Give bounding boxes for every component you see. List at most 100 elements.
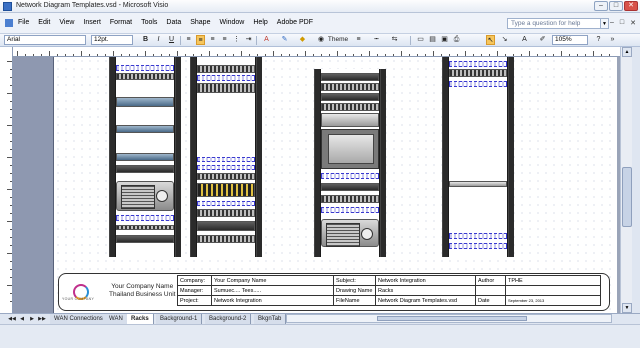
menu-view[interactable]: View (59, 19, 74, 26)
rack-device[interactable] (449, 243, 507, 249)
rack-device[interactable] (116, 225, 174, 230)
font-size-select[interactable]: 12pt. (91, 35, 133, 45)
justify-icon[interactable]: ≡ (220, 35, 229, 45)
tab-wan[interactable]: WAN (105, 314, 128, 324)
menu-format[interactable]: Format (110, 19, 132, 26)
font-name-select[interactable]: Arial (4, 35, 86, 45)
vertical-scrollbar[interactable]: ▲ ▼ (620, 47, 632, 313)
theme-button[interactable]: Theme (327, 35, 349, 45)
menu-adobe-pdf[interactable]: Adobe PDF (277, 19, 313, 26)
connector-tool-icon[interactable]: ↘ (500, 35, 509, 45)
rack-device[interactable] (116, 65, 174, 71)
rack-device[interactable] (116, 165, 174, 173)
tab-background-1[interactable]: Background-1 (156, 314, 203, 324)
bold-button[interactable]: B (141, 35, 150, 45)
zoom-select[interactable]: 105% (552, 35, 588, 45)
rack-server[interactable] (321, 219, 379, 247)
new-icon[interactable]: ▭ (416, 35, 425, 45)
rack-device[interactable] (116, 215, 174, 221)
close-button[interactable]: ✕ (624, 1, 638, 11)
doc-minimize-button[interactable]: – (610, 19, 614, 27)
rack-device[interactable] (449, 233, 507, 239)
rack-device[interactable] (197, 157, 255, 162)
rack-device[interactable] (197, 165, 255, 170)
pointer-tool-icon[interactable]: ↖ (486, 35, 495, 45)
drawing-tools-icon[interactable]: ✐ (538, 35, 547, 45)
menu-edit[interactable]: Edit (38, 19, 50, 26)
doc-restore-button[interactable]: □ (620, 19, 624, 27)
rack-device[interactable] (116, 125, 174, 133)
line-color-icon[interactable]: ✎ (280, 35, 289, 45)
rack-server[interactable] (116, 181, 174, 211)
rack-device[interactable] (449, 81, 507, 87)
align-left-icon[interactable]: ≡ (184, 35, 193, 45)
theme-icon[interactable]: ◉ (315, 35, 327, 45)
rack-shelf[interactable] (449, 181, 507, 187)
menu-file[interactable]: File (18, 19, 29, 26)
rack-device[interactable] (116, 235, 174, 243)
first-page-icon[interactable]: ◀◀ (8, 315, 16, 323)
rack-device[interactable] (321, 195, 379, 203)
drawing-canvas[interactable]: YOUR COMPANY Your Company Name Thailand … (13, 57, 620, 313)
font-color-icon[interactable]: A (262, 35, 271, 45)
vertical-scroll-thumb[interactable] (622, 167, 632, 227)
help-icon[interactable]: ? (594, 35, 603, 45)
rack-device[interactable] (197, 209, 255, 217)
rack-monitor[interactable] (321, 129, 379, 169)
drawing-page[interactable]: YOUR COMPANY Your Company Name Thailand … (54, 57, 617, 313)
rack-device[interactable] (321, 207, 379, 213)
tab-bkgntab[interactable]: BkgnTab (254, 314, 287, 324)
rack-2[interactable] (190, 57, 262, 257)
last-page-icon[interactable]: ▶▶ (38, 315, 46, 323)
scroll-down-icon[interactable]: ▼ (622, 303, 632, 313)
rack-device[interactable] (321, 93, 379, 101)
patch-panel[interactable] (197, 183, 255, 197)
rack-device[interactable] (197, 173, 255, 180)
line-ends-icon[interactable]: ⇆ (390, 35, 399, 45)
horizontal-scrollbar[interactable] (286, 314, 612, 323)
rack-1[interactable] (109, 57, 181, 257)
rack-device[interactable] (197, 83, 255, 93)
text-tool-icon[interactable]: A (520, 35, 529, 45)
menu-data[interactable]: Data (166, 19, 181, 26)
minimize-button[interactable]: – (594, 1, 608, 11)
menu-window[interactable]: Window (219, 19, 244, 26)
rack-device[interactable] (321, 73, 379, 81)
menu-insert[interactable]: Insert (83, 19, 101, 26)
visio-app-icon[interactable] (3, 2, 12, 11)
align-right-icon[interactable]: ≡ (208, 35, 217, 45)
maximize-button[interactable]: □ (609, 1, 623, 11)
title-block[interactable]: YOUR COMPANY Your Company Name Thailand … (58, 273, 610, 311)
horizontal-scroll-thumb[interactable] (377, 316, 527, 321)
next-page-icon[interactable]: ▶ (28, 315, 36, 323)
rack-device[interactable] (197, 65, 255, 73)
rack-device[interactable] (321, 83, 379, 91)
menu-shape[interactable]: Shape (190, 19, 210, 26)
rack-device[interactable] (449, 69, 507, 77)
align-center-icon[interactable]: ≡ (196, 35, 205, 45)
rack-device[interactable] (116, 73, 174, 80)
scroll-up-icon[interactable]: ▲ (622, 47, 632, 57)
help-search-input[interactable]: Type a question for help (507, 18, 601, 29)
fill-color-icon[interactable]: ◆ (298, 35, 307, 45)
rack-device[interactable] (116, 97, 174, 107)
toolbar-options-icon[interactable]: » (608, 35, 617, 45)
rack-device[interactable] (197, 75, 255, 81)
rack-device[interactable] (116, 153, 174, 161)
rack-3[interactable] (314, 69, 386, 257)
tab-racks[interactable]: Racks (127, 314, 154, 324)
rack-device[interactable] (197, 235, 255, 243)
tab-wan-connections[interactable]: WAN Connections (50, 314, 108, 324)
open-icon[interactable]: ▤ (428, 35, 437, 45)
menu-tools[interactable]: Tools (141, 19, 157, 26)
save-icon[interactable]: ▣ (440, 35, 449, 45)
doc-close-button[interactable]: ✕ (630, 19, 636, 27)
menu-help[interactable]: Help (253, 19, 267, 26)
rack-device[interactable] (321, 103, 379, 111)
indent-icon[interactable]: ⇥ (244, 35, 253, 45)
italic-button[interactable]: I (154, 35, 163, 45)
rack-device[interactable] (197, 201, 255, 206)
rack-device[interactable] (321, 113, 379, 127)
help-dropdown-icon[interactable]: ▼ (601, 18, 609, 29)
rack-device[interactable] (321, 173, 379, 179)
